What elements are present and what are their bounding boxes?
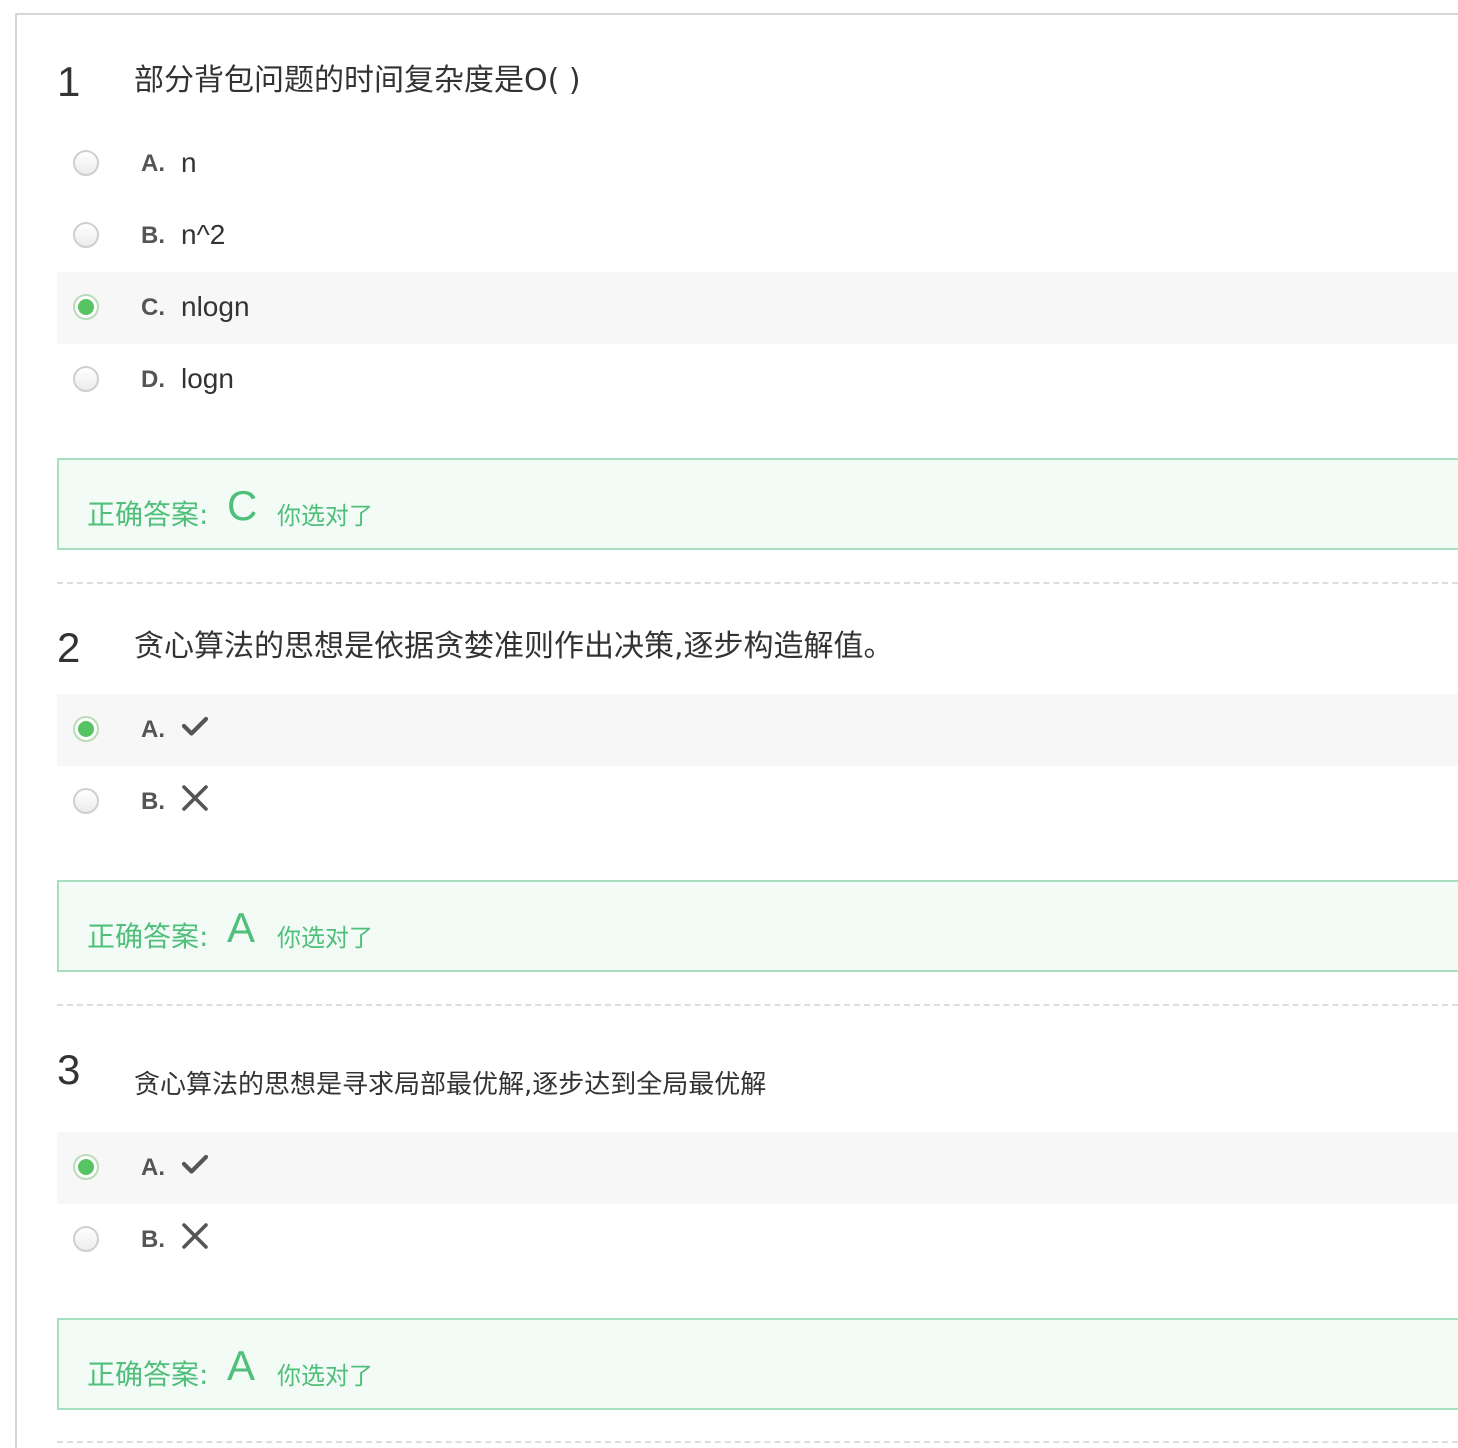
radio-button[interactable]	[73, 150, 99, 176]
option-letter: B.	[141, 222, 165, 249]
option-letter: C.	[141, 294, 165, 321]
question-header: 3 贪心算法的思想是寻求局部最优解,逐步达到全局最优解	[57, 1046, 1458, 1132]
answer-note: 你选对了	[277, 502, 373, 530]
question-title: 贪心算法的思想是依据贪婪准则作出决策,逐步构造解值。	[134, 629, 894, 664]
answer-box: 正确答案: A 你选对了	[57, 880, 1458, 972]
question-number: 2	[57, 624, 81, 671]
question-title: 贪心算法的思想是寻求局部最优解,逐步达到全局最优解	[134, 1070, 767, 1100]
option-text: nlogn	[181, 291, 250, 322]
answer-box: 正确答案: A 你选对了	[57, 1318, 1458, 1410]
option-letter: A.	[141, 1154, 165, 1181]
answer-box: 正确答案: C 你选对了	[57, 458, 1458, 550]
radio-button-checked[interactable]	[73, 1154, 99, 1180]
radio-button[interactable]	[73, 788, 99, 814]
option-a[interactable]: A. n	[57, 128, 1458, 200]
answer-note: 你选对了	[277, 924, 373, 952]
question-divider	[57, 1004, 1458, 1006]
option-a[interactable]: A.	[57, 1132, 1458, 1204]
option-letter: B.	[141, 1226, 165, 1253]
question-divider	[57, 1441, 1458, 1443]
answer-note: 你选对了	[277, 1362, 373, 1390]
option-c[interactable]: C. nlogn	[57, 272, 1458, 344]
option-b[interactable]: B.	[57, 766, 1458, 838]
cross-icon	[182, 1223, 208, 1249]
question-number: 3	[57, 1046, 81, 1093]
question-title: 部分背包问题的时间复杂度是O( )	[134, 63, 581, 98]
answer-label: 正确答案:	[87, 498, 209, 531]
option-letter: B.	[141, 788, 165, 815]
answer-letter: C	[227, 482, 258, 529]
option-b[interactable]: B.	[57, 1204, 1458, 1276]
radio-button-checked[interactable]	[73, 716, 99, 742]
question-header: 1 部分背包问题的时间复杂度是O( )	[57, 58, 1458, 128]
option-letter: D.	[141, 366, 165, 393]
radio-button[interactable]	[73, 222, 99, 248]
option-text: n	[181, 147, 197, 178]
answer-letter: A	[227, 904, 256, 951]
option-letter: A.	[141, 716, 165, 743]
option-d[interactable]: D. logn	[57, 344, 1458, 416]
question-1: 1 部分背包问题的时间复杂度是O( ) A. n B. n^2 C. nlogn…	[57, 58, 1458, 550]
option-text: n^2	[181, 219, 226, 250]
answer-letter: A	[227, 1342, 256, 1389]
option-letter: A.	[141, 150, 165, 177]
answer-label: 正确答案:	[87, 1358, 209, 1391]
radio-button[interactable]	[73, 366, 99, 392]
option-a[interactable]: A.	[57, 694, 1458, 766]
option-text: logn	[181, 363, 234, 394]
check-icon	[181, 716, 209, 736]
question-number: 1	[57, 58, 81, 105]
question-3: 3 贪心算法的思想是寻求局部最优解,逐步达到全局最优解 A. B. 正确答案: …	[57, 1046, 1458, 1410]
check-icon	[181, 1154, 209, 1174]
question-header: 2 贪心算法的思想是依据贪婪准则作出决策,逐步构造解值。	[57, 624, 1458, 694]
radio-button[interactable]	[73, 1226, 99, 1252]
option-b[interactable]: B. n^2	[57, 200, 1458, 272]
answer-label: 正确答案:	[87, 920, 209, 953]
cross-icon	[182, 785, 208, 811]
question-divider	[57, 582, 1458, 584]
radio-button-checked[interactable]	[73, 294, 99, 320]
question-2: 2 贪心算法的思想是依据贪婪准则作出决策,逐步构造解值。 A. B. 正确答案:…	[57, 624, 1458, 972]
